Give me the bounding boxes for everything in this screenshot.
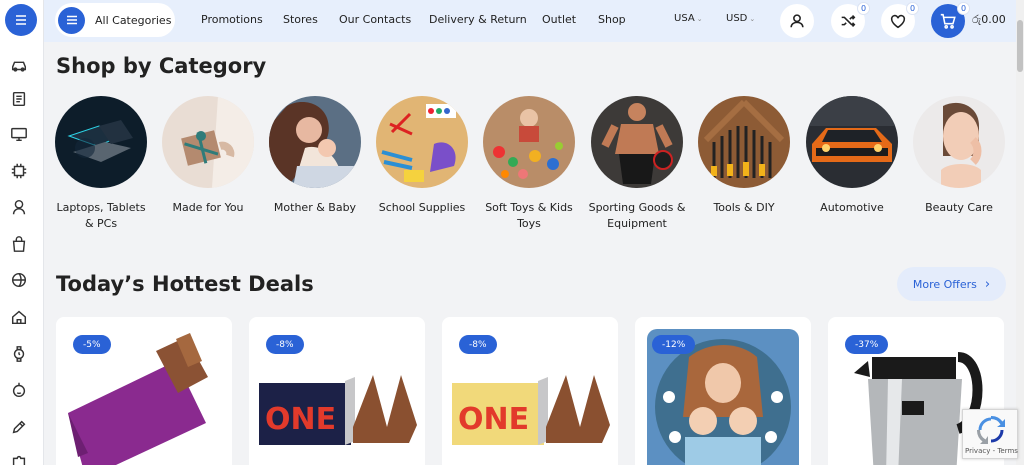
- school-supplies-image: [376, 96, 468, 188]
- category-label: School Supplies: [378, 201, 466, 214]
- category-label: Soft Toys & Kids Toys: [485, 201, 573, 230]
- currency-select[interactable]: USD ⌄: [726, 13, 755, 24]
- house-icon[interactable]: [9, 307, 29, 327]
- cart-icon: [940, 13, 956, 29]
- svg-text:ONE: ONE: [265, 402, 336, 437]
- category-label: Laptops, Tablets & PCs: [56, 201, 146, 230]
- nav-delivery-return[interactable]: Delivery & Return: [429, 13, 527, 26]
- ball-icon[interactable]: [9, 270, 29, 290]
- face-icon[interactable]: [9, 380, 29, 400]
- product-card[interactable]: -12%: [635, 317, 811, 465]
- watch-icon[interactable]: [9, 344, 29, 364]
- category-label: Automotive: [820, 201, 884, 214]
- chip-icon[interactable]: [9, 161, 29, 181]
- heart-icon: [890, 14, 906, 29]
- scrollbar-thumb[interactable]: [1017, 20, 1023, 72]
- laptop-image: [55, 96, 147, 188]
- page-scrollbar[interactable]: [1016, 0, 1024, 465]
- shuffle-icon: [841, 15, 856, 27]
- more-offers-label: More Offers: [912, 277, 977, 291]
- chevron-down-icon: ⌄: [749, 15, 756, 23]
- nav-outlet[interactable]: Outlet: [542, 13, 576, 26]
- category-tools-diy[interactable]: Tools & DIY: [694, 96, 794, 216]
- left-sidebar: [0, 0, 44, 465]
- beauty-image: [913, 96, 1005, 188]
- cart-total: රු0.00: [972, 13, 1006, 26]
- category-beauty-care[interactable]: Beauty Care: [909, 96, 1009, 216]
- tools-image: [698, 96, 790, 188]
- category-label: Sporting Goods & Equipment: [588, 201, 686, 230]
- hamburger-icon: [58, 6, 85, 34]
- discount-badge: -37%: [845, 335, 889, 354]
- category-soft-toys[interactable]: Soft Toys & Kids Toys: [479, 96, 579, 232]
- top-header: All Categories Promotions Stores Our Con…: [44, 0, 1016, 42]
- car-icon[interactable]: [9, 55, 29, 75]
- category-laptops[interactable]: Laptops, Tablets & PCs: [51, 96, 151, 232]
- baby-icon[interactable]: [9, 197, 29, 217]
- product-card[interactable]: -5%: [56, 317, 232, 465]
- product-card[interactable]: -8% ONE: [442, 317, 618, 465]
- hamburger-icon: [16, 15, 26, 25]
- currency-value: USD: [726, 13, 748, 24]
- compare-count-badge: 0: [857, 2, 870, 15]
- toys-image: [483, 96, 575, 188]
- category-label: Made for You: [172, 201, 244, 214]
- discount-badge: -5%: [73, 335, 111, 354]
- nav-our-contacts[interactable]: Our Contacts: [339, 13, 411, 26]
- nav-promotions[interactable]: Promotions: [201, 13, 263, 26]
- discount-badge: -8%: [266, 335, 304, 354]
- nav-stores[interactable]: Stores: [283, 13, 318, 26]
- sidebar-menu-button[interactable]: [5, 4, 37, 36]
- all-categories-button[interactable]: All Categories: [55, 3, 175, 37]
- user-icon: [790, 14, 804, 28]
- product-card[interactable]: -8% ONE: [249, 317, 425, 465]
- svg-text:ONE: ONE: [458, 402, 529, 437]
- country-select[interactable]: USA ⌄: [674, 13, 703, 24]
- category-automotive[interactable]: Automotive: [802, 96, 902, 216]
- all-categories-label: All Categories: [95, 13, 172, 27]
- more-offers-button[interactable]: More Offers ›: [897, 267, 1006, 301]
- sport-image: [591, 96, 683, 188]
- discount-badge: -12%: [652, 335, 696, 354]
- pencil-icon[interactable]: [9, 417, 29, 437]
- car-image: [806, 96, 898, 188]
- category-label: Beauty Care: [925, 201, 993, 214]
- category-label: Tools & DIY: [713, 201, 775, 214]
- hottest-deals-title: Today’s Hottest Deals: [56, 272, 314, 296]
- puzzle-icon[interactable]: [9, 452, 29, 465]
- category-school-supplies[interactable]: School Supplies: [372, 96, 472, 216]
- chevron-down-icon: ⌄: [696, 15, 703, 23]
- monitor-icon[interactable]: [9, 124, 29, 144]
- recaptcha-links[interactable]: Privacy - Terms: [965, 447, 1018, 455]
- recaptcha-badge[interactable]: Privacy - Terms: [962, 409, 1018, 459]
- chevron-right-icon: ›: [984, 276, 991, 292]
- category-made-for-you[interactable]: Made for You: [158, 96, 258, 216]
- mother-baby-image: [269, 96, 361, 188]
- discount-badge: -8%: [459, 335, 497, 354]
- nav-shop[interactable]: Shop: [598, 13, 626, 26]
- document-icon[interactable]: [9, 89, 29, 109]
- gift-image: [162, 96, 254, 188]
- category-sporting-goods[interactable]: Sporting Goods & Equipment: [587, 96, 687, 232]
- recaptcha-icon: [977, 416, 1005, 444]
- category-label: Mother & Baby: [273, 201, 357, 214]
- wishlist-count-badge: 0: [906, 2, 919, 15]
- bag-icon[interactable]: [9, 234, 29, 254]
- cart-count-badge: 0: [957, 2, 970, 15]
- category-mother-baby[interactable]: Mother & Baby: [265, 96, 365, 216]
- shop-by-category-title: Shop by Category: [56, 54, 267, 78]
- country-value: USA: [674, 13, 695, 24]
- account-button[interactable]: [780, 4, 814, 38]
